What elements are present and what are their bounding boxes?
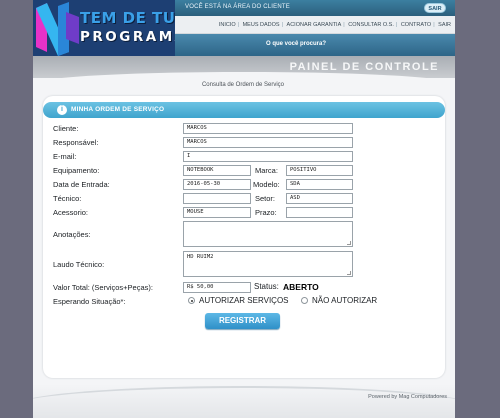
nav-menu: INICIO | MEUS DADOS | ACIONAR GARANTIA | CO… xyxy=(218,22,451,28)
nav-item-contrato[interactable]: CONTRATO xyxy=(401,22,431,28)
modelo-field[interactable]: SDA xyxy=(286,179,353,190)
resize-grip-icon[interactable] xyxy=(347,241,351,245)
setor-field[interactable]: ASD xyxy=(286,193,353,204)
email-field[interactable]: I xyxy=(183,151,353,162)
footer-text: Powered by Mag Computadores xyxy=(368,394,447,400)
nav-item-sair[interactable]: SAIR xyxy=(438,22,451,28)
prazo-field[interactable] xyxy=(286,207,353,218)
logo-mark-icon xyxy=(36,2,79,56)
card-title: MINHA ORDEM DE SERVIÇO xyxy=(71,106,165,113)
nav-item-meus-dados[interactable]: MEUS DADOS xyxy=(243,22,280,28)
nav-item-acionar-garantia[interactable]: ACIONAR GARANTIA xyxy=(287,22,342,28)
data-entrada-label: Data de Entrada: xyxy=(53,180,110,189)
laudo-text: HD RUIM2 xyxy=(187,254,214,260)
register-button[interactable]: REGISTRAR xyxy=(205,313,280,329)
status-value: ABERTO xyxy=(283,282,319,292)
responsavel-label: Responsável: xyxy=(53,138,99,147)
data-entrada-field[interactable]: 2016-05-30 xyxy=(183,179,251,190)
acessorio-label: Acessorio: xyxy=(53,208,89,217)
anotacoes-label: Anotações: xyxy=(53,230,91,239)
search-prompt[interactable]: O que você procura? xyxy=(266,41,326,47)
anotacoes-textarea[interactable] xyxy=(183,221,353,247)
radio-autorizar[interactable] xyxy=(188,297,195,304)
page-subtitle: Consulta de Ordem de Serviço xyxy=(201,82,285,88)
status-label: Status: xyxy=(254,282,279,291)
valor-total-field[interactable]: R$ 50,00 xyxy=(183,282,251,293)
setor-label: Setor: xyxy=(255,194,276,203)
cliente-field[interactable]: MARCOS xyxy=(183,123,353,134)
prazo-label: Prazo: xyxy=(255,208,277,217)
tecnico-label: Técnico: xyxy=(53,194,82,203)
tecnico-field[interactable] xyxy=(183,193,251,204)
logo-line-1: TEM DE TUDO xyxy=(80,9,175,27)
nav-item-inicio[interactable]: INICIO xyxy=(219,22,236,28)
info-icon: i xyxy=(57,105,67,115)
acessorio-field[interactable]: MOUSE xyxy=(183,207,251,218)
welcome-text: VOCÊ ESTÁ NA ÁREA DO CLIENTE xyxy=(185,4,290,10)
equipamento-label: Equipamento: xyxy=(53,166,100,175)
nav-item-consultar-os[interactable]: CONSULTAR O.S. xyxy=(348,22,394,28)
laudo-textarea[interactable]: HD RUIM2 xyxy=(183,251,353,277)
logo-line-2: PROGRAMAS xyxy=(80,29,175,45)
modelo-label: Modelo: xyxy=(253,180,280,189)
logo[interactable]: TEM DE TUDO PROGRAMAS xyxy=(33,0,175,58)
marca-label: Marca: xyxy=(255,166,278,175)
email-label: E-mail: xyxy=(53,152,77,161)
radio-autorizar-label[interactable]: AUTORIZAR SERVIÇOS xyxy=(199,296,289,305)
footer xyxy=(33,384,455,418)
esperando-label: Esperando Situação*: xyxy=(53,297,126,306)
card-header: i MINHA ORDEM DE SERVIÇO xyxy=(43,102,445,118)
resize-grip-icon[interactable] xyxy=(347,271,351,275)
responsavel-field[interactable]: MARCOS xyxy=(183,137,353,148)
banner-title: PAINEL DE CONTROLE xyxy=(289,61,439,73)
radio-nao-autorizar-label[interactable]: NÃO AUTORIZAR xyxy=(312,296,377,305)
page: VOCÊ ESTÁ NA ÁREA DO CLIENTE SAIR INICIO… xyxy=(33,0,455,418)
marca-field[interactable]: POSITIVO xyxy=(286,165,353,176)
valor-total-label: Valor Total: (Serviços+Peças): xyxy=(53,283,153,292)
cliente-label: Cliente: xyxy=(53,124,79,133)
laudo-label: Laudo Técnico: xyxy=(53,260,105,269)
control-panel-banner: PAINEL DE CONTROLE xyxy=(33,56,455,84)
equipamento-field[interactable]: NOTEBOOK xyxy=(183,165,251,176)
radio-nao-autorizar[interactable] xyxy=(301,297,308,304)
logout-button[interactable]: SAIR xyxy=(424,3,446,13)
